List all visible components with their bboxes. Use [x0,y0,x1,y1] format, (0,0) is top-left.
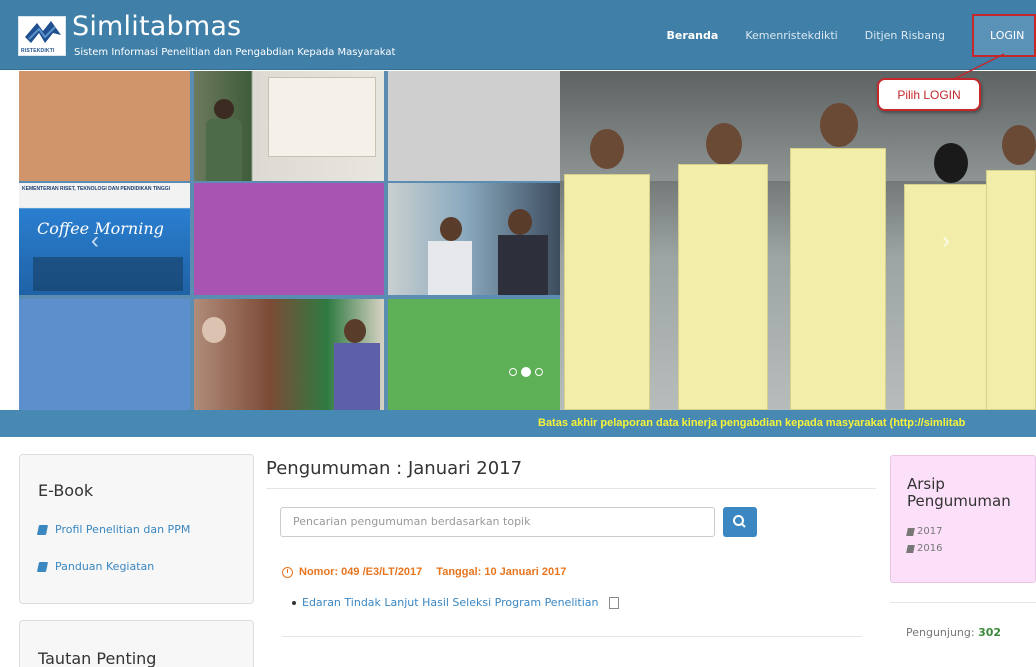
pdf-icon[interactable] [608,596,619,609]
coffee-banner-text: KEMENTERIAN RISET, TEKNOLOGI DAN PENDIDI… [22,186,171,192]
hero-tile-purple [194,183,384,295]
hero-main-photo: › [560,71,1036,410]
carousel-dot-2[interactable] [521,367,531,377]
nav-beranda[interactable]: Beranda [666,29,718,42]
ebook-link-panduan[interactable]: Panduan Kegiatan [36,560,154,573]
announcement-tanggal: Tanggal: 10 Januari 2017 [436,566,567,578]
hero-carousel: KEMENTERIAN RISET, TEKNOLOGI DAN PENDIDI… [19,71,1036,410]
ebook-link-profil[interactable]: Profil Penelitian dan PPM [36,523,190,536]
ebook-link-label[interactable]: Profil Penelitian dan PPM [55,523,190,536]
arsip-title-line2: Pengumuman [907,492,1011,510]
login-callout: Pilih LOGIN [877,78,981,111]
carousel-dot-3[interactable] [535,368,543,376]
book-icon [36,561,49,572]
carousel-next-icon[interactable]: › [942,227,950,255]
nav-kemenristekdikti[interactable]: Kemenristekdikti [745,29,837,42]
announcement-nomor: Nomor: 049 /E3/LT/2017 [299,566,423,578]
ristekdikti-logo[interactable]: RISTEKDIKTI [18,16,66,56]
carousel-prev-icon[interactable]: ‹ [91,227,99,255]
hero-photo-presenters [388,183,560,295]
clock-icon [282,566,293,578]
visitor-count: 302 [978,626,1002,639]
announcement-header: Nomor: 049 /E3/LT/2017 Tanggal: 10 Janua… [282,566,566,578]
arsip-title: Arsip Pengumuman [907,476,1011,510]
carousel-dot-1[interactable] [509,368,517,376]
hero-tile-green [388,299,560,410]
search-icon [733,515,746,528]
bullet [292,601,296,605]
announcement-link[interactable]: Edaran Tindak Lanjut Hasil Seleksi Progr… [292,596,619,609]
arsip-year-label[interactable]: 2016 [917,543,942,554]
arsip-year-label[interactable]: 2017 [917,526,942,537]
book-icon [906,544,915,553]
site-header: RISTEKDIKTI Simlitabmas Sistem Informasi… [0,0,1036,70]
logo-mark-icon [25,21,61,43]
hero-photo-coffee-morning: KEMENTERIAN RISET, TEKNOLOGI DAN PENDIDI… [19,183,190,295]
ebook-link-label[interactable]: Panduan Kegiatan [55,560,154,573]
tautan-penting-panel: Tautan Penting [19,620,254,667]
arsip-panel: Arsip Pengumuman 2017 2016 [890,455,1036,583]
brand-title[interactable]: Simlitabmas [72,11,241,42]
ebook-title: E-Book [38,481,94,500]
hero-photo-speaker [194,71,384,181]
visitor-counter: Pengunjung: 302 [906,626,1001,639]
announcement-divider [282,636,862,637]
page-title: Pengumuman : Januari 2017 [266,458,523,479]
coffee-morning-text: Coffee Morning [37,219,164,238]
hero-photo-delegation [194,299,384,410]
login-button[interactable]: LOGIN [972,13,1036,57]
carousel-dots [509,367,543,377]
news-ticker: Batas akhir pelaporan data kinerja penga… [0,410,1036,437]
title-divider [266,488,876,489]
hero-tile-gray [388,71,560,181]
announcement-search-input[interactable]: Pencarian pengumuman berdasarkan topik [280,507,715,537]
search-button[interactable] [723,507,757,537]
hero-tile-blue [19,299,190,410]
arsip-year-2016[interactable]: 2016 [906,543,942,554]
brand-subtitle: Sistem Informasi Penelitian dan Pengabdi… [74,47,396,58]
book-icon [36,524,49,535]
logo-caption: RISTEKDIKTI [21,48,55,54]
arsip-year-2017[interactable]: 2017 [906,526,942,537]
visitor-label: Pengunjung: [906,626,975,639]
hero-tile-orange [19,71,190,181]
nav-ditjen-risbang[interactable]: Ditjen Risbang [865,29,945,42]
book-icon [906,527,915,536]
ebook-panel: E-Book Profil Penelitian dan PPM Panduan… [19,454,254,604]
arsip-title-line1: Arsip [907,475,945,493]
tautan-title: Tautan Penting [38,649,157,667]
ticker-text[interactable]: Batas akhir pelaporan data kinerja penga… [538,417,965,429]
announcement-link-label[interactable]: Edaran Tindak Lanjut Hasil Seleksi Progr… [302,596,599,609]
pengunjung-divider [890,602,1036,603]
